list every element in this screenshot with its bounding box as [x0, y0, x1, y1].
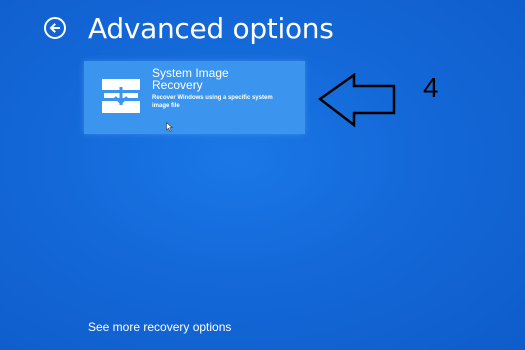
- back-button[interactable]: [44, 17, 66, 39]
- tile-text: System Image Recovery Recover Windows us…: [152, 67, 302, 110]
- mouse-cursor-icon: [166, 122, 173, 132]
- step-number-label: 4: [423, 72, 439, 103]
- left-arrow-annotation-icon: [318, 73, 396, 128]
- tile-title: System Image Recovery: [152, 66, 229, 92]
- page-title: Advanced options: [88, 11, 334, 45]
- system-image-recovery-icon: [102, 79, 140, 113]
- system-image-recovery-tile[interactable]: System Image Recovery Recover Windows us…: [84, 61, 305, 134]
- tile-description: Recover Windows using a specific system …: [152, 95, 273, 109]
- see-more-recovery-options-link[interactable]: See more recovery options: [88, 320, 231, 334]
- back-arrow-icon: [49, 23, 60, 33]
- header: Advanced options: [44, 6, 334, 50]
